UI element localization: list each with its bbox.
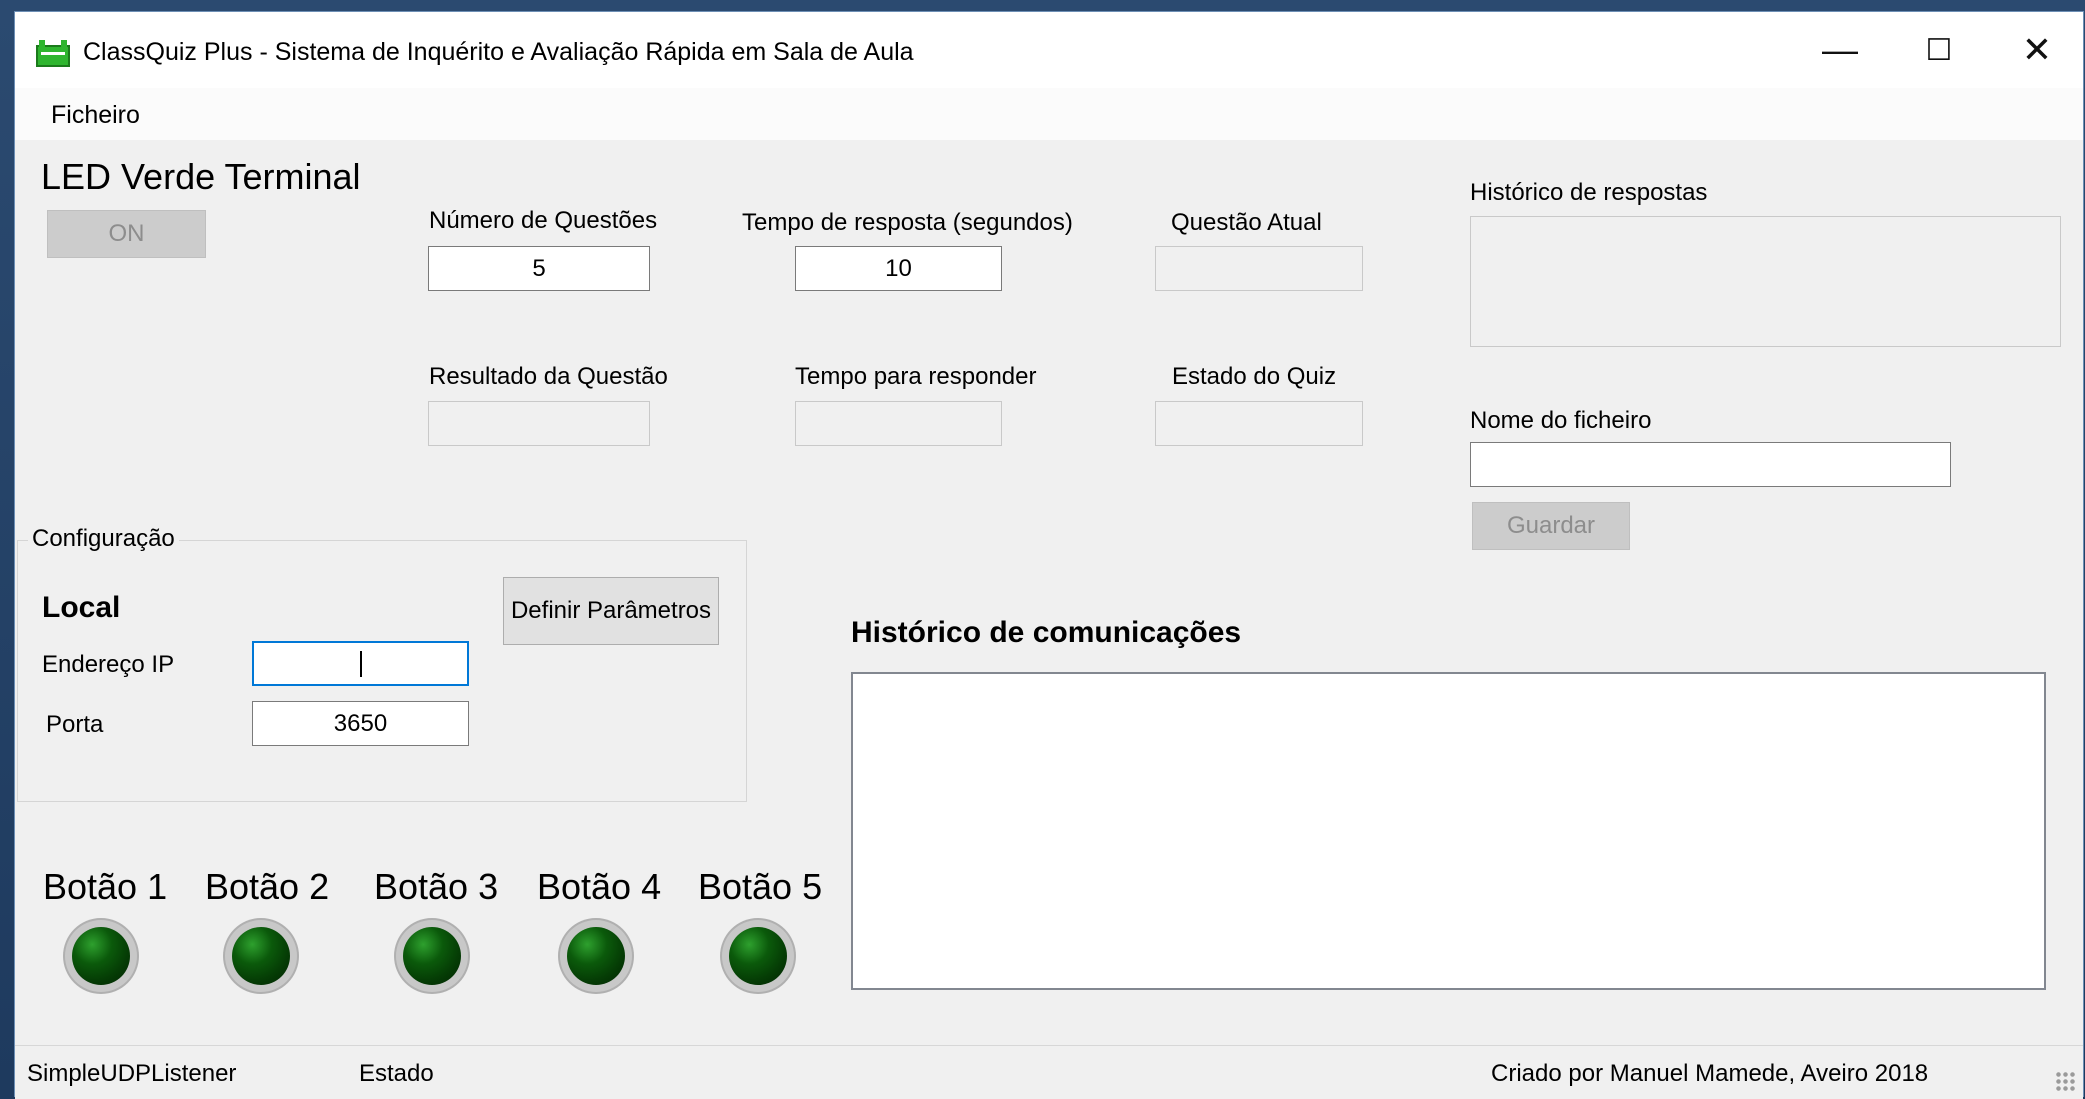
- port-label: Porta: [46, 711, 104, 738]
- ip-address-label: Endereço IP: [42, 651, 175, 678]
- answers-history-label: Histórico de respostas: [1470, 179, 1708, 206]
- status-credits: Criado por Manuel Mamede, Aveiro 2018: [1491, 1060, 1929, 1087]
- window-title: ClassQuiz Plus - Sistema de Inquérito e …: [83, 38, 914, 66]
- led-5-indicator: [729, 927, 787, 985]
- answers-history-box: [1470, 216, 2061, 347]
- client-area: LED Verde Terminal ON Número de Questões…: [15, 140, 2083, 1045]
- led-4-indicator: [567, 927, 625, 985]
- led-1-indicator: [72, 927, 130, 985]
- button-4-label: Botão 4: [537, 866, 662, 907]
- current-question-label: Questão Atual: [1171, 209, 1322, 236]
- status-listener: SimpleUDPListener: [27, 1060, 237, 1087]
- comm-history-box[interactable]: [851, 672, 2046, 990]
- text-cursor: [359, 650, 362, 677]
- button-3-label: Botão 3: [374, 866, 499, 907]
- led-3-indicator: [403, 927, 461, 985]
- question-result-label: Resultado da Questão: [429, 363, 668, 390]
- config-group: Configuração Local Endereço IP Porta 365…: [17, 525, 747, 802]
- title-bar[interactable]: ClassQuiz Plus - Sistema de Inquérito e …: [15, 12, 2083, 88]
- current-question-field: [1155, 246, 1363, 291]
- local-label: Local: [42, 591, 121, 624]
- button-2-label: Botão 2: [205, 866, 330, 907]
- port-input[interactable]: 3650: [252, 701, 469, 746]
- led-2-indicator: [232, 927, 290, 985]
- num-questions-label: Número de Questões: [429, 207, 658, 234]
- button-5-label: Botão 5: [698, 866, 823, 907]
- close-button[interactable]: ✕: [1989, 12, 2085, 88]
- quiz-state-field: [1155, 401, 1363, 446]
- set-parameters-button[interactable]: Definir Parâmetros: [503, 577, 719, 645]
- time-to-answer-field: [795, 401, 1002, 446]
- status-state: Estado: [359, 1060, 434, 1087]
- maximize-button[interactable]: ☐: [1891, 12, 1987, 88]
- menu-ficheiro[interactable]: Ficheiro: [51, 101, 140, 130]
- on-button[interactable]: ON: [47, 210, 206, 258]
- main-window: ClassQuiz Plus - Sistema de Inquérito e …: [14, 11, 2084, 1099]
- question-result-field: [428, 401, 650, 446]
- time-to-answer-label: Tempo para responder: [795, 363, 1037, 390]
- response-time-label: Tempo de resposta (segundos): [742, 209, 1073, 236]
- app-icon: [36, 40, 70, 67]
- config-title: Configuração: [28, 525, 179, 553]
- file-name-label: Nome do ficheiro: [1470, 407, 1652, 434]
- comm-history-label: Histórico de comunicações: [851, 616, 1242, 649]
- response-time-input[interactable]: 10: [795, 246, 1002, 291]
- button-1-label: Botão 1: [43, 866, 168, 907]
- num-questions-input[interactable]: 5: [428, 246, 650, 291]
- ip-address-input[interactable]: [252, 641, 469, 686]
- quiz-state-label: Estado do Quiz: [1172, 363, 1337, 390]
- led-terminal-label: LED Verde Terminal: [41, 156, 361, 197]
- save-button[interactable]: Guardar: [1472, 502, 1630, 550]
- status-bar: SimpleUDPListener Estado Criado por Manu…: [15, 1045, 2083, 1099]
- minimize-button[interactable]: —: [1792, 12, 1888, 88]
- menu-bar: Ficheiro: [15, 88, 2083, 140]
- resize-grip-icon[interactable]: [2055, 1071, 2077, 1093]
- file-name-input[interactable]: [1470, 442, 1951, 487]
